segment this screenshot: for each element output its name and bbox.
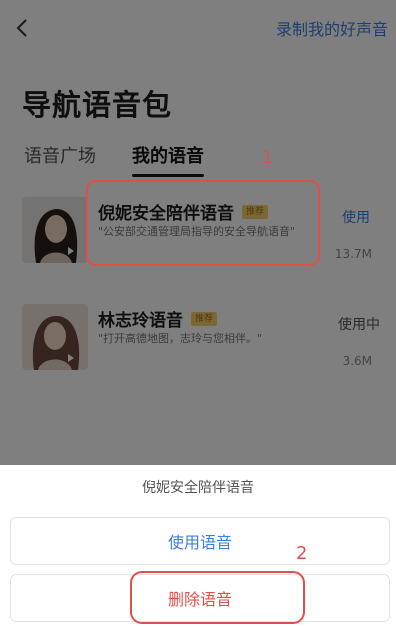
annotation-highlight-box (130, 571, 305, 624)
use-voice-action-button[interactable]: 使用语音 (10, 517, 390, 565)
annotation-highlight-box (86, 180, 320, 266)
annotation-number-1: 1 (262, 148, 273, 168)
action-sheet-title: 倪妮安全陪伴语音 (142, 480, 254, 496)
annotation-number-2: 2 (296, 543, 308, 564)
